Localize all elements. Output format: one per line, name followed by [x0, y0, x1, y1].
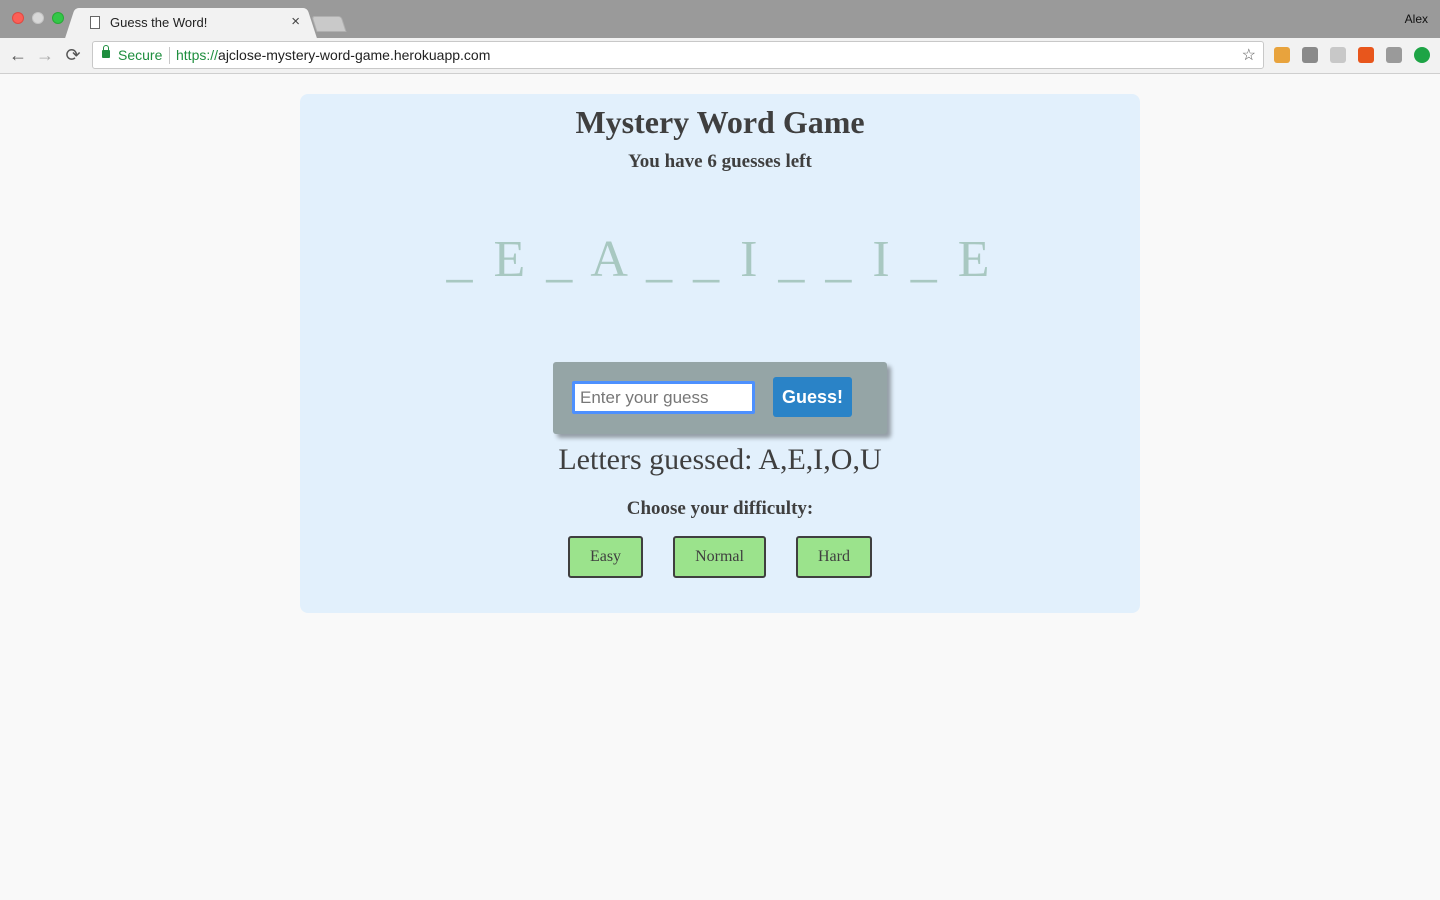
url-scheme: https:// — [176, 47, 219, 63]
letters-guessed-label: Letters guessed: — [558, 443, 759, 476]
tab-title: Guess the Word! — [110, 15, 208, 30]
forward-button[interactable]: → — [34, 44, 56, 66]
address-separator — [169, 47, 170, 64]
guess-button[interactable]: Guess! — [773, 377, 852, 417]
tag-extension-icon[interactable] — [1274, 47, 1290, 63]
maximize-window-button[interactable] — [52, 12, 64, 24]
bug-extension-icon[interactable] — [1302, 47, 1318, 63]
easy-button[interactable]: Easy — [568, 536, 643, 578]
difficulty-label: Choose your difficulty: — [626, 498, 814, 519]
url-host: ajclose-mystery-word-game.herokuapp.com — [218, 47, 491, 63]
game-card: Mystery Word Game You have 6 guesses lef… — [300, 94, 1140, 613]
reload-button[interactable]: ⟳ — [62, 44, 84, 66]
hard-button[interactable]: Hard — [796, 536, 872, 578]
tab-close-icon[interactable]: × — [291, 13, 300, 30]
letters-guessed-value: A,E,I,O,U — [758, 443, 882, 476]
camera-extension-icon[interactable] — [1386, 47, 1402, 63]
lock-icon — [102, 45, 110, 58]
page-title: Mystery Word Game — [575, 104, 865, 140]
url-text[interactable]: https://ajclose-mystery-word-game.heroku… — [176, 47, 490, 63]
close-window-button[interactable] — [12, 12, 24, 24]
letters-guessed: Letters guessed: A,E,I,O,U — [300, 443, 1140, 477]
minimize-window-button[interactable] — [32, 12, 44, 24]
new-tab-button[interactable] — [311, 16, 347, 32]
mystery-word-display: _ E _ A _ _ I _ _ I _ E — [446, 231, 994, 288]
guess-input[interactable] — [572, 381, 755, 414]
document-icon — [90, 16, 100, 29]
browser-titlebar: Guess the Word! × Alex — [0, 0, 1440, 38]
secure-label: Secure — [118, 47, 163, 63]
back-button[interactable]: ← — [7, 44, 29, 66]
guesses-left-text: You have 6 guesses left — [628, 151, 812, 172]
browser-tab[interactable]: Guess the Word! × — [76, 8, 306, 38]
bookmark-star-icon[interactable]: ☆ — [1242, 45, 1256, 65]
profile-name[interactable]: Alex — [1405, 12, 1428, 26]
normal-button[interactable]: Normal — [673, 536, 766, 578]
link-extension-icon[interactable] — [1330, 47, 1346, 63]
guess-form: Guess! — [553, 362, 887, 434]
browser-toolbar: ← → ⟳ Secure https://ajclose-mystery-wor… — [0, 38, 1440, 74]
upload-extension-icon[interactable] — [1414, 47, 1430, 63]
percent-extension-icon[interactable] — [1358, 47, 1374, 63]
address-bar[interactable]: Secure https://ajclose-mystery-word-game… — [92, 41, 1264, 69]
